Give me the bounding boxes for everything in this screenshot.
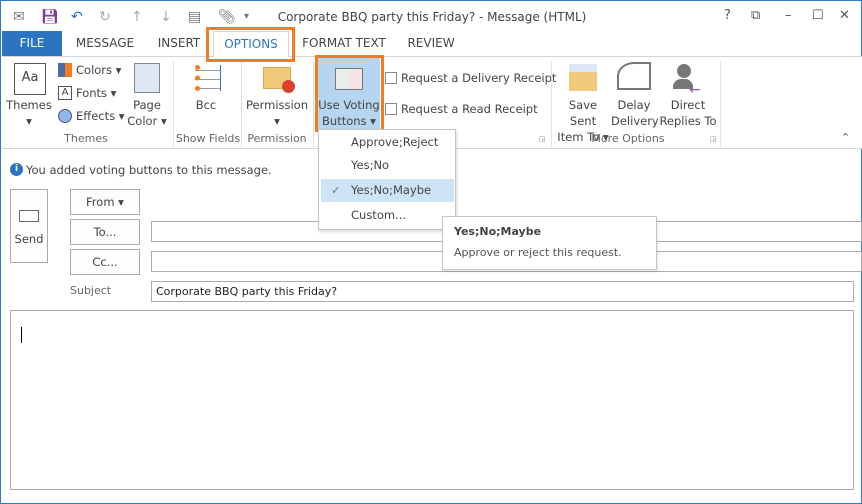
tab-file[interactable]: FILE [2, 31, 62, 56]
checkmark-icon: ✓ [331, 183, 341, 197]
to-button[interactable]: To... [70, 219, 140, 245]
voting-button-highlight [315, 55, 384, 132]
themes-button[interactable]: Themes ▾ [6, 97, 52, 129]
read-receipt-label[interactable]: Request a Read Receipt [401, 101, 538, 117]
tooltip-title: Yes;No;Maybe [454, 225, 542, 238]
bcc-button[interactable]: Bcc [186, 97, 226, 113]
tracking-dialog-launcher-icon[interactable]: ◲ [539, 135, 546, 143]
menu-item-approve-reject[interactable]: Approve;Reject [321, 131, 454, 154]
maximize-button[interactable]: ☐ [812, 8, 824, 23]
tab-insert[interactable]: INSERT [151, 31, 207, 56]
menu-item-yes-no-maybe[interactable]: ✓ Yes;No;Maybe [321, 179, 454, 202]
permission-icon [263, 67, 295, 93]
permission-group-label: Permission [247, 132, 307, 145]
fonts-icon: A [58, 86, 72, 100]
colors-icon [58, 63, 72, 77]
direct-replies-button[interactable]: Direct Replies To [658, 97, 718, 129]
voting-buttons-menu: Approve;Reject Yes;No ✓ Yes;No;Maybe Cust… [318, 129, 456, 230]
options-tab-highlight [206, 27, 295, 62]
tooltip-body: Approve or reject this request. [454, 246, 622, 259]
collapse-ribbon-icon[interactable]: ⌃ [841, 131, 850, 144]
delivery-receipt-label[interactable]: Request a Delivery Receipt [401, 70, 556, 86]
delay-delivery-icon [617, 62, 651, 90]
close-button[interactable]: ✕ [839, 8, 850, 23]
more-options-dialog-launcher-icon[interactable]: ◲ [710, 135, 717, 143]
subject-field[interactable]: Corporate BBQ party this Friday? [151, 281, 854, 302]
menu-item-yes-no[interactable]: Yes;No [321, 154, 454, 177]
more-options-group-label: More Options [591, 132, 665, 145]
delivery-receipt-checkbox[interactable] [385, 72, 397, 84]
text-cursor [21, 327, 22, 343]
tab-format-text[interactable]: FORMAT TEXT [299, 31, 389, 56]
subject-label: Subject [70, 284, 112, 297]
minimize-button[interactable]: – [785, 8, 792, 23]
permission-button[interactable]: Permission ▾ [245, 97, 309, 129]
outlook-message-window: ✉ 💾︎ ↶ ↻ ↑ ↓ ▤ 📎︎ ▾ Corporate BBQ party … [0, 0, 862, 504]
effects-button[interactable]: Effects ▾ [76, 108, 125, 124]
ribbon-display-icon[interactable]: ⧉ [751, 8, 760, 23]
themes-group-label: Themes [64, 132, 108, 145]
info-icon: i [10, 163, 23, 176]
info-bar-text: You added voting buttons to this message… [26, 163, 272, 177]
save-sent-item-icon [569, 64, 597, 91]
fonts-button[interactable]: Fonts ▾ [76, 85, 116, 101]
tooltip: Yes;No;Maybe Approve or reject this requ… [442, 216, 657, 270]
effects-icon [58, 109, 72, 123]
direct-replies-icon: ← [673, 64, 701, 98]
send-button[interactable]: Send [10, 189, 48, 263]
page-color-icon [134, 63, 160, 93]
bcc-icon [195, 65, 221, 91]
from-button[interactable]: From ▾ [70, 189, 140, 215]
window-title: Corporate BBQ party this Friday? - Messa… [277, 10, 587, 24]
menu-item-custom[interactable]: Custom... [321, 204, 454, 227]
send-icon [19, 210, 39, 222]
show-fields-group-label: Show Fields [175, 132, 241, 145]
delay-delivery-button[interactable]: Delay Delivery [611, 97, 659, 129]
page-color-button[interactable]: Page Color ▾ [123, 97, 171, 129]
tab-review[interactable]: REVIEW [405, 31, 457, 56]
message-body[interactable] [10, 310, 854, 490]
themes-icon: Aa [14, 63, 46, 95]
help-icon[interactable]: ? [724, 8, 731, 23]
colors-button[interactable]: Colors ▾ [76, 62, 121, 78]
tab-message[interactable]: MESSAGE [67, 31, 143, 56]
cc-button[interactable]: Cc... [70, 249, 140, 275]
read-receipt-checkbox[interactable] [385, 103, 397, 115]
